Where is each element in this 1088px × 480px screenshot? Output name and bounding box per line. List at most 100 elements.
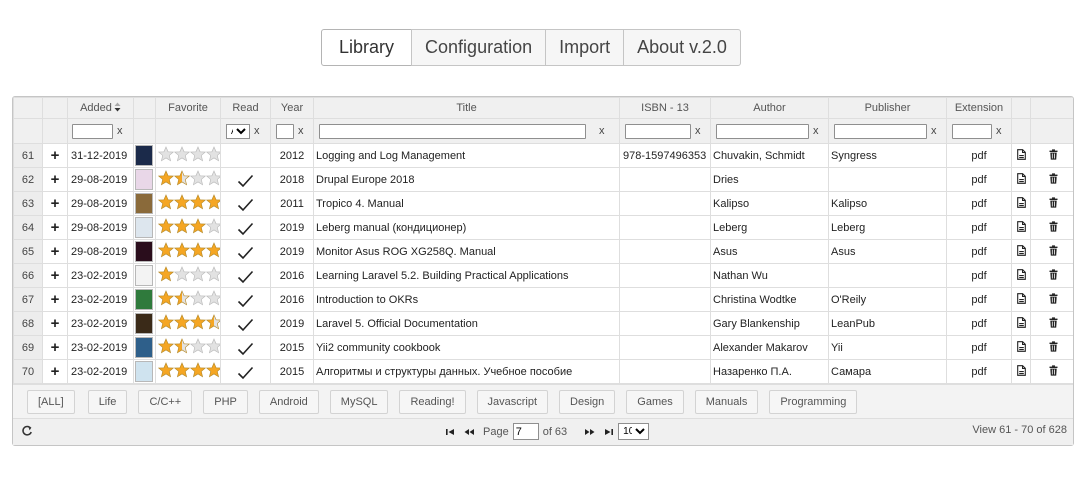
trash-icon[interactable] (1049, 149, 1058, 160)
page-size-select[interactable]: 10 (618, 423, 650, 440)
book-cover-thumbnail[interactable] (135, 337, 153, 358)
star-empty-icon[interactable] (206, 338, 221, 354)
add-to-list-button[interactable]: + (42, 287, 68, 312)
table-row[interactable]: 66 +23-02-2019 2016 Learning Laravel 5.2. B… (13, 263, 1073, 288)
add-to-list-button[interactable]: + (42, 167, 68, 192)
tag-button[interactable]: Android (258, 390, 319, 414)
tab-import[interactable]: Import (545, 29, 625, 66)
star-full-icon[interactable] (158, 362, 174, 378)
tag-button[interactable]: MySQL (329, 390, 389, 414)
star-full-icon[interactable] (206, 362, 221, 378)
star-empty-icon[interactable] (190, 170, 206, 186)
filter-publisher-clear[interactable]: x (931, 125, 937, 137)
star-empty-icon[interactable] (190, 338, 206, 354)
tag-button[interactable]: Programming (769, 390, 858, 414)
book-cover-thumbnail[interactable] (135, 241, 153, 262)
filter-extension-clear[interactable]: x (996, 125, 1002, 137)
star-empty-icon[interactable] (206, 266, 221, 282)
star-empty-icon[interactable] (206, 146, 221, 162)
star-empty-icon[interactable] (206, 170, 221, 186)
filter-isbn-clear[interactable]: x (695, 125, 701, 137)
filter-title-clear[interactable]: x (599, 125, 605, 137)
tag-button[interactable]: PHP (203, 390, 248, 414)
filter-author-input[interactable] (716, 123, 809, 139)
read-cell[interactable] (220, 311, 271, 336)
tag-button[interactable]: Reading! (399, 390, 466, 414)
filter-read-select[interactable]: All (226, 123, 250, 139)
star-empty-icon[interactable] (190, 146, 206, 162)
tab-about[interactable]: About v.2.0 (623, 29, 741, 66)
document-icon[interactable] (1016, 365, 1026, 376)
filter-isbn-input[interactable] (625, 123, 691, 139)
title-cell[interactable]: Алгоритмы и структуры данных. Учебное по… (313, 359, 620, 384)
page-number-input[interactable] (512, 423, 539, 440)
filter-extension-input[interactable] (952, 123, 992, 139)
star-half-icon[interactable] (174, 338, 190, 354)
star-rating[interactable] (158, 266, 221, 282)
star-full-icon[interactable] (206, 194, 221, 210)
star-full-icon[interactable] (158, 314, 174, 330)
tag-button[interactable]: Design (559, 390, 616, 414)
filter-read-clear[interactable]: x (254, 125, 260, 137)
table-row[interactable]: 68 +23-02-2019 2019 Laravel 5. Official Doc… (13, 311, 1073, 336)
star-full-icon[interactable] (158, 194, 174, 210)
trash-icon[interactable] (1049, 221, 1058, 232)
title-cell[interactable]: Leberg manual (кондиционер) (313, 215, 620, 240)
read-cell[interactable] (220, 167, 271, 192)
add-to-list-button[interactable]: + (42, 239, 68, 264)
add-to-list-button[interactable]: + (42, 191, 68, 216)
trash-icon[interactable] (1049, 365, 1058, 376)
star-empty-icon[interactable] (174, 146, 190, 162)
last-page-icon[interactable] (603, 427, 614, 437)
star-full-icon[interactable] (158, 170, 174, 186)
star-full-icon[interactable] (158, 290, 174, 306)
title-cell[interactable]: Learning Laravel 5.2. Building Practical… (313, 263, 620, 288)
title-cell[interactable]: Monitor Asus ROG XG258Q. Manual (313, 239, 620, 264)
filter-author-clear[interactable]: x (813, 125, 819, 137)
tag-button[interactable]: Life (87, 390, 128, 414)
col-year-header[interactable]: Year (270, 97, 314, 119)
document-icon[interactable] (1016, 245, 1026, 256)
star-full-icon[interactable] (174, 218, 190, 234)
add-to-list-button[interactable]: + (42, 215, 68, 240)
star-rating[interactable] (158, 194, 221, 210)
book-cover-thumbnail[interactable] (135, 313, 153, 334)
filter-title-input[interactable] (319, 123, 586, 139)
book-cover-thumbnail[interactable] (135, 265, 153, 286)
title-cell[interactable]: Drupal Europe 2018 (313, 167, 620, 192)
col-favorite-header[interactable]: Favorite (155, 97, 221, 119)
star-rating[interactable] (158, 218, 220, 234)
tag-button[interactable]: C/C++ (138, 390, 193, 414)
tag-button[interactable]: Games (626, 390, 684, 414)
document-icon[interactable] (1016, 173, 1026, 184)
filter-year-clear[interactable]: x (298, 125, 304, 137)
trash-icon[interactable] (1049, 245, 1058, 256)
trash-icon[interactable] (1049, 293, 1058, 304)
star-full-icon[interactable] (158, 218, 174, 234)
document-icon[interactable] (1016, 341, 1026, 352)
filter-added-clear[interactable]: x (117, 125, 123, 137)
read-cell[interactable] (220, 239, 271, 264)
book-cover-thumbnail[interactable] (135, 193, 153, 214)
star-empty-icon[interactable] (206, 290, 221, 306)
add-to-list-button[interactable]: + (42, 263, 68, 288)
table-row[interactable]: 67 +23-02-2019 2016 Introduction to OKRs Chr… (13, 287, 1073, 312)
col-title-header[interactable]: Title (313, 97, 620, 119)
trash-icon[interactable] (1049, 173, 1058, 184)
filter-publisher-input[interactable] (834, 123, 927, 139)
star-full-icon[interactable] (190, 218, 206, 234)
star-rating[interactable] (158, 242, 220, 258)
star-rating[interactable] (158, 290, 221, 306)
col-isbn-header[interactable]: ISBN - 13 (619, 97, 711, 119)
book-cover-thumbnail[interactable] (135, 361, 153, 382)
star-full-icon[interactable] (158, 338, 174, 354)
title-cell[interactable]: Yii2 community cookbook (313, 335, 620, 360)
col-added-header[interactable]: Added (67, 97, 134, 119)
document-icon[interactable] (1016, 317, 1026, 328)
read-cell[interactable] (220, 335, 271, 360)
table-row[interactable]: 63 +29-08-2019 2011 Tropico 4. Manual Kalips… (13, 191, 1073, 216)
refresh-icon[interactable] (21, 425, 33, 437)
first-page-icon[interactable] (445, 427, 456, 437)
star-rating[interactable] (158, 362, 221, 378)
star-empty-icon[interactable] (190, 290, 206, 306)
